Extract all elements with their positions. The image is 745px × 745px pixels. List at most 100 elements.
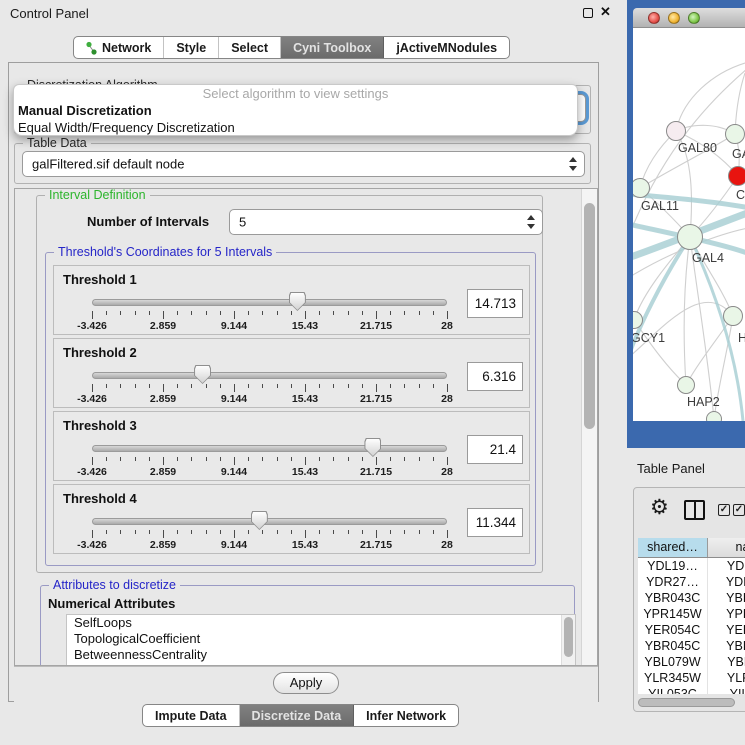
threshold-slider[interactable]: -3.4262.8599.14415.4321.71528 xyxy=(92,515,447,553)
minimize-traffic-light-icon[interactable] xyxy=(668,12,680,24)
table-row[interactable]: YBL079WYBL0 xyxy=(638,654,745,670)
node-label: GAL4 xyxy=(692,251,724,265)
table-cell: YPR1 xyxy=(708,606,745,622)
slider-ticks xyxy=(92,384,447,392)
attributes-group: Attributes to discretize Numerical Attri… xyxy=(40,585,575,666)
tab-select[interactable]: Select xyxy=(219,37,281,58)
table-cell: YDL19… xyxy=(638,558,708,574)
numerical-attributes-list[interactable]: SelfLoopsTopologicalCoefficientBetweenne… xyxy=(66,614,576,666)
threshold-value-field[interactable]: 6.316 xyxy=(467,362,523,391)
threshold-value-field[interactable]: 21.4 xyxy=(467,435,523,464)
tab-network[interactable]: Network xyxy=(74,37,164,58)
scrollbar-thumb[interactable] xyxy=(584,203,595,429)
tab-infer-network[interactable]: Infer Network xyxy=(354,705,458,726)
control-panel: Control Panel ✕ NetworkStyleSelectCyni T… xyxy=(0,0,620,745)
algorithm-option-manual[interactable]: Manual Discretization xyxy=(14,102,577,119)
attributes-scrollbar[interactable] xyxy=(561,615,575,665)
table-cell: YER054C xyxy=(638,622,708,638)
number-of-intervals-select[interactable]: 5 xyxy=(229,209,543,235)
table-row[interactable]: YLR345WYLR3 xyxy=(638,670,745,686)
network-node[interactable] xyxy=(706,411,722,421)
node-table[interactable]: shared…na YDL19…YDL1YDR27…YDR2YBR043CYBR… xyxy=(638,538,745,694)
tab-label: Discretize Data xyxy=(252,709,342,723)
table-header-row: shared…na xyxy=(638,538,745,558)
slider-track[interactable] xyxy=(92,445,447,452)
attributes-group-title: Attributes to discretize xyxy=(49,578,180,592)
attribute-list-item[interactable]: TopologicalCoefficient xyxy=(67,631,575,647)
table-cell: YIL053C xyxy=(638,686,708,694)
slider-track[interactable] xyxy=(92,518,447,525)
network-window-titlebar xyxy=(633,8,745,28)
table-body: YDL19…YDL1YDR27…YDR2YBR043CYBR0YPR145WYP… xyxy=(638,558,745,694)
tab-cyni-toolbox[interactable]: Cyni Toolbox xyxy=(281,37,384,58)
slider-thumb[interactable] xyxy=(194,365,211,384)
table-row[interactable]: YBR045CYBR0 xyxy=(638,638,745,654)
tab-style[interactable]: Style xyxy=(164,37,219,58)
table-row[interactable]: YER054CYER0 xyxy=(638,622,745,638)
spinner-arrows-icon xyxy=(526,215,535,229)
table-cell: YIL0 xyxy=(708,686,745,694)
node-label: GAL80 xyxy=(678,141,717,155)
network-node-gal4[interactable] xyxy=(677,224,703,250)
table-cell: YDR27… xyxy=(638,574,708,590)
network-canvas[interactable]: GAL80GACGAL11GAL4GCY1HHAP2 xyxy=(633,28,745,421)
tab-discretize-data[interactable]: Discretize Data xyxy=(240,705,355,726)
slider-thumb[interactable] xyxy=(364,438,381,457)
threshold-value-field[interactable]: 14.713 xyxy=(467,289,523,318)
threshold-panel-1: Threshold 1-3.4262.8599.14415.4321.71528… xyxy=(53,265,530,335)
table-data-select[interactable]: galFiltered.sif default node xyxy=(22,151,585,177)
settings-scrollpane: Interval Definition Number of Intervals … xyxy=(14,188,598,666)
number-of-intervals-label: Number of Intervals xyxy=(87,214,209,229)
gear-icon[interactable]: ⚙ xyxy=(650,497,669,518)
network-node-gal80[interactable] xyxy=(666,121,686,141)
split-columns-icon[interactable] xyxy=(684,500,705,520)
tab-jactivemnodules[interactable]: jActiveMNodules xyxy=(384,37,509,58)
table-row[interactable]: YIL053CYIL0 xyxy=(638,686,745,694)
slider-track[interactable] xyxy=(92,372,447,379)
spinner-arrows-icon xyxy=(568,157,577,171)
settings-vertical-scrollbar[interactable] xyxy=(581,189,597,665)
threshold-slider[interactable]: -3.4262.8599.14415.4321.71528 xyxy=(92,296,447,334)
column-header-shared-name[interactable]: shared… xyxy=(638,538,708,557)
network-node-hap2[interactable] xyxy=(677,376,695,394)
close-traffic-light-icon[interactable] xyxy=(648,12,660,24)
node-label: GA xyxy=(732,147,745,161)
slider-track[interactable] xyxy=(92,299,447,306)
apply-button[interactable]: Apply xyxy=(273,672,339,694)
threshold-value-field[interactable]: 11.344 xyxy=(467,508,523,537)
attribute-list-item[interactable]: SelfLoops xyxy=(67,615,575,631)
algorithm-option-equal-width[interactable]: Equal Width/Frequency Discretization xyxy=(14,119,577,136)
table-cell: YBR045C xyxy=(638,638,708,654)
column-header-name[interactable]: na xyxy=(708,538,745,557)
network-node-h[interactable] xyxy=(723,306,743,326)
network-node-c[interactable] xyxy=(728,166,745,186)
checkbox-icon[interactable]: ✓ xyxy=(733,504,745,516)
table-cell: YPR145W xyxy=(638,606,708,622)
table-row[interactable]: YDR27…YDR2 xyxy=(638,574,745,590)
threshold-slider[interactable]: -3.4262.8599.14415.4321.71528 xyxy=(92,369,447,407)
float-window-icon[interactable] xyxy=(583,8,593,18)
network-node-ga[interactable] xyxy=(725,124,745,144)
table-cell: YBL079W xyxy=(638,654,708,670)
slider-tick-labels: -3.4262.8599.14415.4321.71528 xyxy=(92,393,447,405)
tab-impute-data[interactable]: Impute Data xyxy=(143,705,240,726)
table-horizontal-scrollbar[interactable] xyxy=(638,698,745,708)
slider-thumb[interactable] xyxy=(251,511,268,530)
algorithm-option-placeholder[interactable]: Select algorithm to view settings xyxy=(14,85,577,102)
threshold-panel-4: Threshold 4-3.4262.8599.14415.4321.71528… xyxy=(53,484,530,554)
zoom-traffic-light-icon[interactable] xyxy=(688,12,700,24)
table-cell: YER0 xyxy=(708,622,745,638)
table-row[interactable]: YPR145WYPR1 xyxy=(638,606,745,622)
threshold-slider[interactable]: -3.4262.8599.14415.4321.71528 xyxy=(92,442,447,480)
close-icon[interactable]: ✕ xyxy=(600,4,611,20)
table-row[interactable]: YDL19…YDL1 xyxy=(638,558,745,574)
attribute-list-item[interactable]: BetweennessCentrality xyxy=(67,647,575,663)
node-label: GCY1 xyxy=(633,331,665,345)
network-window: GAL80GACGAL11GAL4GCY1HHAP2 xyxy=(627,0,745,448)
slider-thumb[interactable] xyxy=(289,292,306,311)
checkbox-icon[interactable]: ✓ xyxy=(718,504,730,516)
algorithm-dropdown-popup: Select algorithm to view settings Manual… xyxy=(13,84,578,136)
table-row[interactable]: YBR043CYBR0 xyxy=(638,590,745,606)
scrollbar-thumb[interactable] xyxy=(638,698,735,707)
table-data-group-title: Table Data xyxy=(23,136,91,150)
